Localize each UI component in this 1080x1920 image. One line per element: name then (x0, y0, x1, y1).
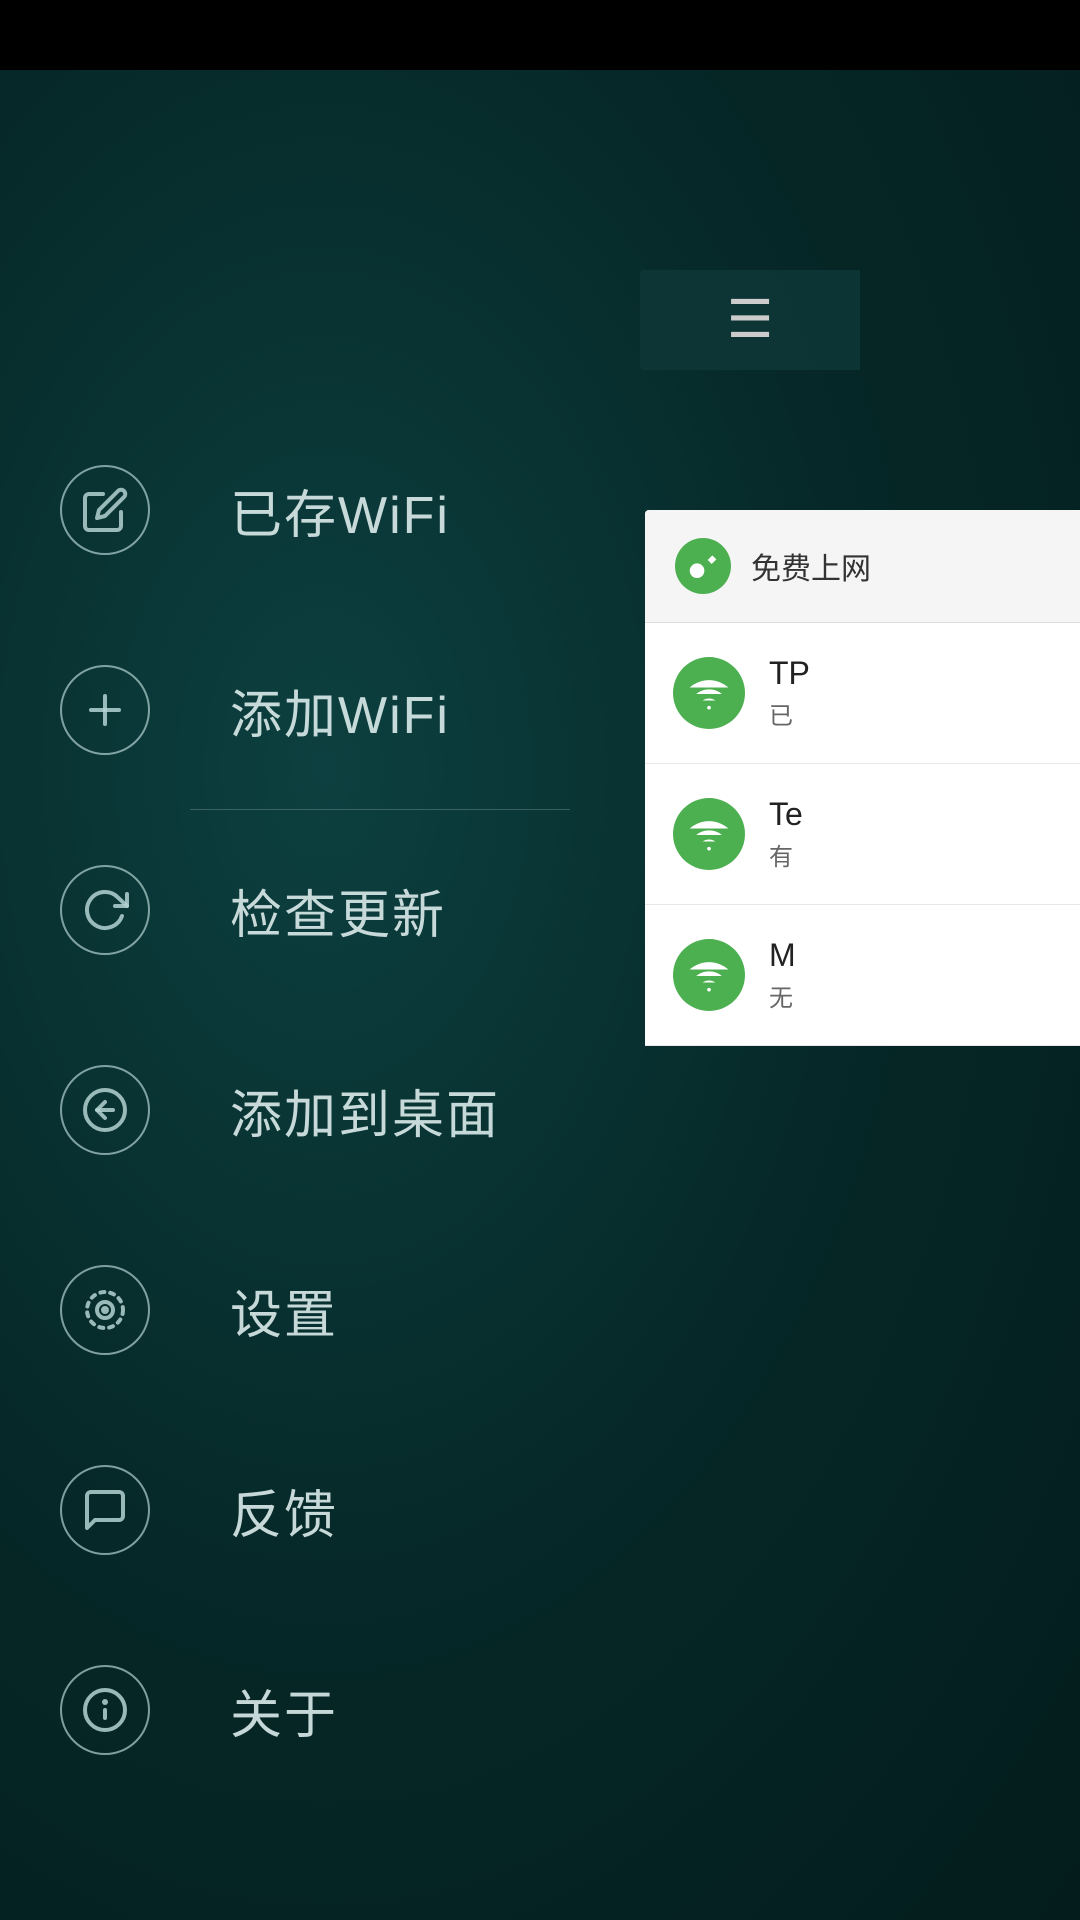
menu-item-about[interactable]: 关于 (60, 1610, 500, 1810)
wifi-item-info-tp: TP 已 (769, 655, 1052, 731)
wifi-icon-2 (687, 812, 731, 856)
wifi-panel-header: 免费上网 (645, 510, 1080, 623)
add-wifi-icon-wrap (60, 665, 150, 755)
add-desktop-icon-wrap (60, 1065, 150, 1155)
saved-wifi-icon-wrap (60, 465, 150, 555)
refresh-icon (81, 886, 129, 934)
about-icon-wrap (60, 1665, 150, 1755)
menu-item-feedback[interactable]: 反馈 (60, 1410, 500, 1610)
wifi-signal-icon-m (673, 939, 745, 1011)
menu-header-button[interactable]: ☰ (640, 270, 860, 370)
add-desktop-label: 添加到桌面 (230, 1073, 500, 1148)
wifi-item-info-m: M 无 (769, 937, 1052, 1013)
add-desktop-icon (81, 1086, 129, 1134)
wifi-list-item-tp[interactable]: TP 已 (645, 623, 1080, 764)
settings-icon (81, 1286, 129, 1334)
settings-label: 设置 (230, 1273, 338, 1348)
wifi-item-name-tp: TP (769, 655, 1052, 692)
saved-wifi-label: 已存WiFi (230, 473, 450, 548)
wifi-list-item-m[interactable]: M 无 (645, 905, 1080, 1046)
wifi-icon (687, 671, 731, 715)
wifi-signal-icon-tp (673, 657, 745, 729)
hamburger-icon: ☰ (727, 294, 774, 346)
wifi-list-item-te[interactable]: Te 有 (645, 764, 1080, 905)
wifi-item-status-te: 有 (769, 837, 1052, 872)
wifi-item-info-te: Te 有 (769, 796, 1052, 872)
wifi-panel-title: 免费上网 (751, 544, 871, 588)
check-update-icon-wrap (60, 865, 150, 955)
key-icon (687, 550, 719, 582)
menu-item-saved-wifi[interactable]: 已存WiFi (60, 410, 500, 610)
menu-item-add-desktop[interactable]: 添加到桌面 (60, 1010, 500, 1210)
menu-item-settings[interactable]: 设置 (60, 1210, 500, 1410)
wifi-item-name-m: M (769, 937, 1052, 974)
edit-icon (81, 486, 129, 534)
menu-list: 已存WiFi 添加WiFi 检查更新 (60, 410, 500, 1810)
status-bar (0, 0, 1080, 70)
check-update-label: 检查更新 (230, 873, 446, 948)
wifi-key-icon (675, 538, 731, 594)
wifi-item-name-te: Te (769, 796, 1052, 833)
wifi-item-status-m: 无 (769, 978, 1052, 1013)
feedback-icon-wrap (60, 1465, 150, 1555)
add-wifi-label: 添加WiFi (230, 673, 450, 748)
settings-icon-wrap (60, 1265, 150, 1355)
wifi-panel: 免费上网 TP 已 Te 有 (645, 510, 1080, 1046)
info-icon (81, 1686, 129, 1734)
plus-icon (81, 686, 129, 734)
feedback-icon (81, 1486, 129, 1534)
about-label: 关于 (230, 1673, 338, 1748)
wifi-icon-3 (687, 953, 731, 997)
menu-item-check-update[interactable]: 检查更新 (60, 810, 500, 1010)
menu-item-add-wifi[interactable]: 添加WiFi (60, 610, 500, 810)
feedback-label: 反馈 (230, 1473, 338, 1548)
wifi-item-status-tp: 已 (769, 696, 1052, 731)
wifi-signal-icon-te (673, 798, 745, 870)
